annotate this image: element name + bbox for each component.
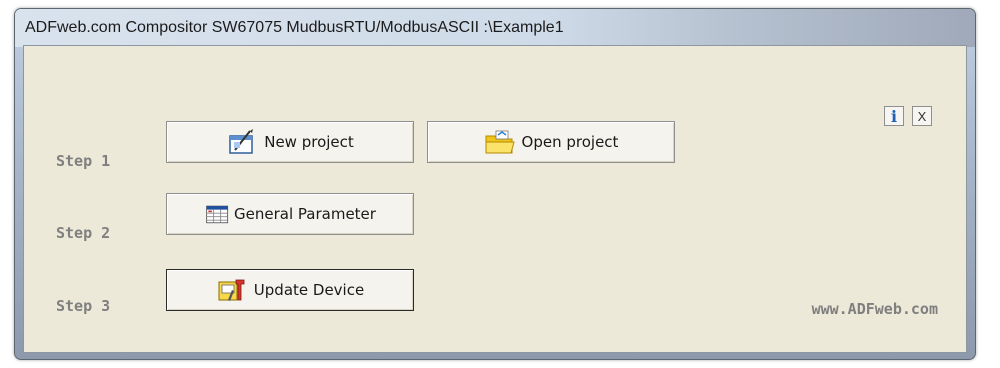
general-parameter-label: General Parameter [234, 205, 376, 223]
folder-icon [485, 130, 515, 154]
new-project-label: New project [264, 133, 354, 151]
window-title: ADFweb.com Compositor SW67075 MudbusRTU/… [25, 19, 564, 36]
close-icon: X [917, 108, 927, 124]
step-1-label: Step 1 [56, 152, 111, 170]
website-link: www.ADFweb.com [811, 300, 938, 318]
info-icon: i [890, 106, 898, 126]
parameter-table-icon [206, 205, 229, 224]
step-3-label: Step 3 [56, 297, 111, 315]
info-button[interactable]: i [884, 106, 904, 126]
main-panel: Step 1 Step 2 Step 3 New project Open pr… [23, 45, 967, 353]
title-bar[interactable]: ADFweb.com Compositor SW67075 MudbusRTU/… [15, 9, 975, 47]
step-2-label: Step 2 [56, 224, 111, 242]
update-tools-icon [218, 279, 245, 301]
new-project-icon [229, 129, 254, 154]
open-project-button[interactable]: Open project [427, 121, 675, 163]
new-project-button[interactable]: New project [166, 121, 414, 163]
open-project-label: Open project [521, 133, 619, 151]
update-device-label: Update Device [253, 281, 365, 299]
close-button[interactable]: X [912, 106, 932, 126]
update-device-button[interactable]: Update Device [166, 269, 414, 311]
general-parameter-button[interactable]: General Parameter [166, 193, 414, 235]
app-window: ADFweb.com Compositor SW67075 MudbusRTU/… [14, 8, 976, 360]
